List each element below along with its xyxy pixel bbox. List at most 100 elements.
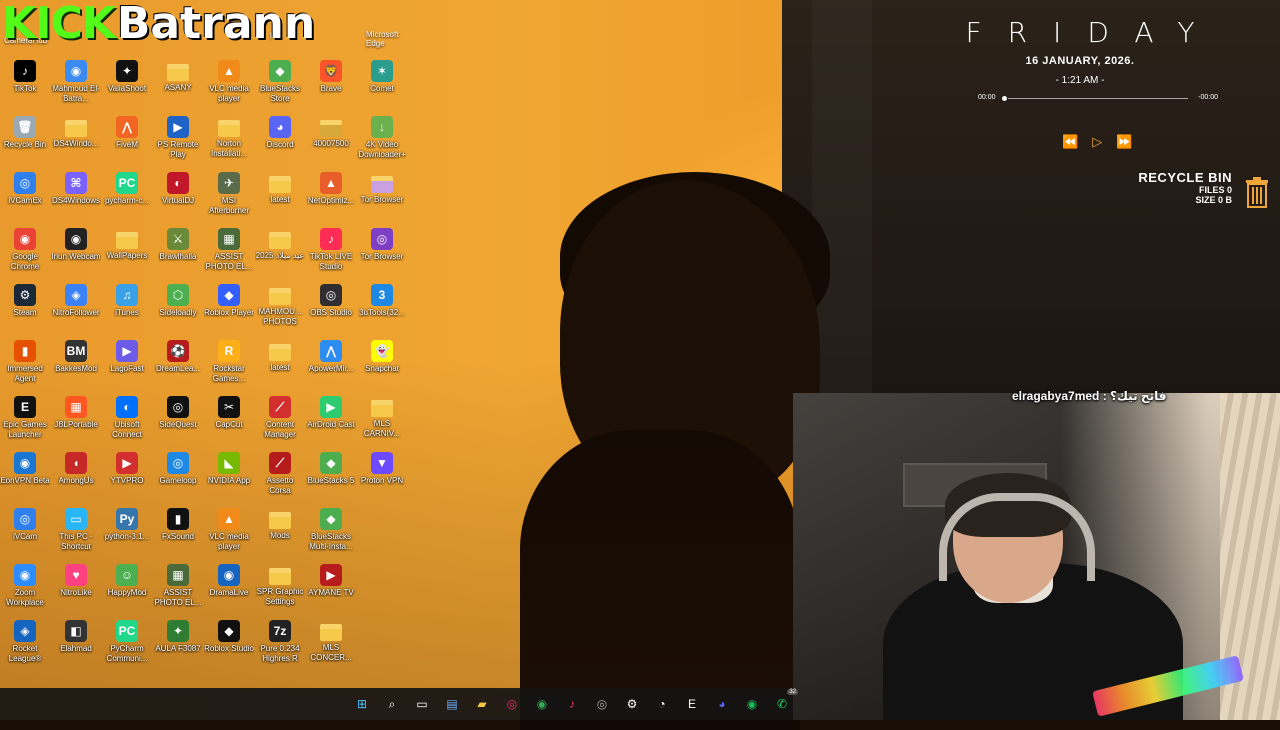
desktop-icon[interactable]: ◐ VirtualDJ [153,168,203,206]
desktop-icon[interactable]: E Epic Games Launcher [0,392,50,440]
desktop-icon[interactable]: ◧ Elahmad [51,616,101,654]
desktop-icon[interactable]: ⚽ DreamLea... [153,336,203,374]
desktop-icon[interactable]: ▦ ASSIST PHOTO EL... [204,224,254,272]
desktop-icon[interactable]: ◎ iVCamEx [0,168,50,206]
desktop-icon[interactable]: ▲ NetOptimiz... [306,168,356,206]
desktop-icon[interactable]: ⚔ Brawlhalla [153,224,203,262]
whatsapp-icon[interactable]: ✆ 32 [770,689,798,716]
file-explorer-icon[interactable]: ▰ [470,692,494,716]
desktop-icon[interactable]: R Rockstar Games... [204,336,254,384]
desktop-icon[interactable]: ♪ TikTok [0,56,50,94]
desktop-icon[interactable]: Norton Installati... [204,112,254,159]
desktop-icon[interactable]: MAHMOU... PHOTOS [255,280,305,327]
desktop-icon[interactable]: ▶ YTVPRO [102,448,152,486]
desktop-icon[interactable]: ◉ Mahmoud El-Batra... [51,56,101,104]
desktop-icon[interactable]: ◆ Roblox Player [204,280,254,318]
trash-icon[interactable] [1244,176,1270,208]
desktop-icon[interactable]: ▦ JBLPortable [51,392,101,430]
desktop-icon[interactable]: BM BakkesMod [51,336,101,374]
desktop-icon[interactable]: 7z Pure 0.234 Highres R [255,616,305,664]
desktop-icon[interactable]: Py python-3.1... [102,504,152,542]
desktop-icon[interactable]: ♪ TikTok LIVE Studio [306,224,356,272]
desktop-icon[interactable]: ⟋ Assetto Corsa [255,448,305,496]
search-icon[interactable]: ⌕ [380,692,404,716]
seek-track[interactable] [1008,98,1188,99]
desktop-icon[interactable]: ◕ Discord [255,112,305,150]
desktop-icon[interactable]: ASANY [153,56,203,93]
desktop-icon[interactable]: ◉ DramaLive [204,560,254,598]
desktop-icon[interactable]: ◉ Google Chrome [0,224,50,272]
desktop-icon[interactable]: ◆ BlueStacks Store [255,56,305,104]
desktop-icon[interactable]: 3 3uTools(32... [357,280,407,318]
desktop-icon[interactable]: ☺ HappyMod [102,560,152,598]
desktop-icon[interactable]: ▶ AirDroid Cast [306,392,356,430]
desktop-icon[interactable]: MLS CARNIV... [357,392,407,439]
desktop-icon[interactable]: ▶ LagoFast [102,336,152,374]
desktop-icon[interactable]: ✦ AULA F3087 [153,616,203,654]
desktop-icon[interactable]: ◆ BlueStacks Multi-Insta... [306,504,356,552]
desktop-icon[interactable]: ◎ OBS Studio [306,280,356,318]
desktop-icon[interactable]: ▼ Proton VPN [357,448,407,486]
desktop-icon[interactable]: ◣ NVIDIA App [204,448,254,486]
play-icon[interactable]: ▷ [1092,134,1102,150]
recycle-bin-widget[interactable]: RECYCLE BIN FILES 0 SIZE 0 B [1138,170,1232,205]
desktop-icon[interactable]: ◎ SideQuest [153,392,203,430]
desktop-icon[interactable]: Tor Browser [357,168,407,205]
instagram-icon[interactable]: ◎ [500,692,524,716]
desktop-icon[interactable]: ▮ Immersed Agent [0,336,50,384]
desktop-icon[interactable]: ▭ This PC - Shortcut [51,504,101,552]
desktop-icon[interactable]: ▶ AYMANE TV [306,560,356,598]
desktop-icon[interactable]: 🦁 Brave [306,56,356,94]
start-icon[interactable]: ⊞ [350,692,374,716]
obs-icon[interactable]: ◎ [590,692,614,716]
desktop-icon[interactable]: ◆ BlueStacks 5 [306,448,356,486]
desktop-icon[interactable]: ◉ Iriun Webcam [51,224,101,262]
desktop-icon[interactable]: PC pycharm-c... [102,168,152,206]
desktop-icon[interactable]: ♫ iTunes [102,280,152,318]
media-seek-bar[interactable]: 00:00 -00:00 [978,92,1218,106]
desktop-icon[interactable]: ◉ EonVPN Beta [0,448,50,486]
previous-track-icon[interactable]: ⏪ [1062,134,1078,150]
desktop-icon[interactable]: WallPapers [102,224,152,261]
desktop-icon[interactable]: ✦ ValiaShoot [102,56,152,94]
desktop-icon[interactable]: ◆ Roblox Studio [204,616,254,654]
desktop-icon[interactable]: ◎ iVCam [0,504,50,542]
desktop-icon[interactable]: SPR Graphic Settings [255,560,305,607]
desktop-icon[interactable]: ↓ 4K Video Downloader+ [357,112,407,160]
desktop-icon[interactable]: عيد ميلاد 2025 [255,224,305,261]
desktop-icon[interactable]: latest [255,168,305,205]
desktop-icon[interactable]: ⚙ Steam [0,280,50,318]
chrome-icon[interactable]: ◉ [530,692,554,716]
epic-games-icon[interactable]: E [680,692,704,716]
desktop-icon[interactable]: ▶ PS Remote Play [153,112,203,160]
desktop-icon[interactable]: 40007500 [306,112,356,149]
desktop-icon[interactable]: ♥ NitroLike [51,560,101,598]
desktop-icon[interactable]: Mods [255,504,305,541]
desktop-icon[interactable]: ▮ FxSound [153,504,203,542]
desktop-icon[interactable]: ⋀ ApowerMir... [306,336,356,374]
speedometer-icon[interactable]: ◔ [650,692,674,716]
seek-handle[interactable] [1002,96,1007,101]
desktop-icon[interactable]: ▦ ASSIST PHOTO EL... [153,560,203,608]
desktop-icon[interactable]: ⌘ DS4Windows [51,168,101,206]
desktop-icon[interactable]: ◈ NitroFollower [51,280,101,318]
desktop-icon[interactable]: ◎ Tor Browser [357,224,407,262]
desktop-icon[interactable]: 👻 Snapchat [357,336,407,374]
desktop-icon[interactable]: ⋀ FiveM [102,112,152,150]
desktop-icon[interactable]: ◈ Rocket League® [0,616,50,664]
next-track-icon[interactable]: ⏩ [1116,134,1132,150]
desktop-icon[interactable]: ▲ VLC media player [204,504,254,552]
desktop-icon[interactable]: ◐ Ubisoft Connect [102,392,152,440]
desktop-icon[interactable]: latest [255,336,305,373]
desktop-icon[interactable]: ✶ Comet [357,56,407,94]
discord-icon[interactable]: ◕ [710,692,734,716]
desktop-icon[interactable]: PC PyCharm Communi... [102,616,152,664]
desktop-icon[interactable]: 🗑 Recycle Bin [0,112,50,150]
desktop-icon[interactable]: ✈ MSI Afterburner [204,168,254,216]
desktop-icon[interactable]: ◖ AmongUs [51,448,101,486]
desktop-icon[interactable]: DS4Windo... [51,112,101,149]
tiktok-icon[interactable]: ♪ [560,692,584,716]
desktop-icon[interactable]: ◎ Gameloop [153,448,203,486]
widgets-icon[interactable]: ▤ [440,692,464,716]
desktop-icon[interactable]: ⬡ Sideloadly [153,280,203,318]
